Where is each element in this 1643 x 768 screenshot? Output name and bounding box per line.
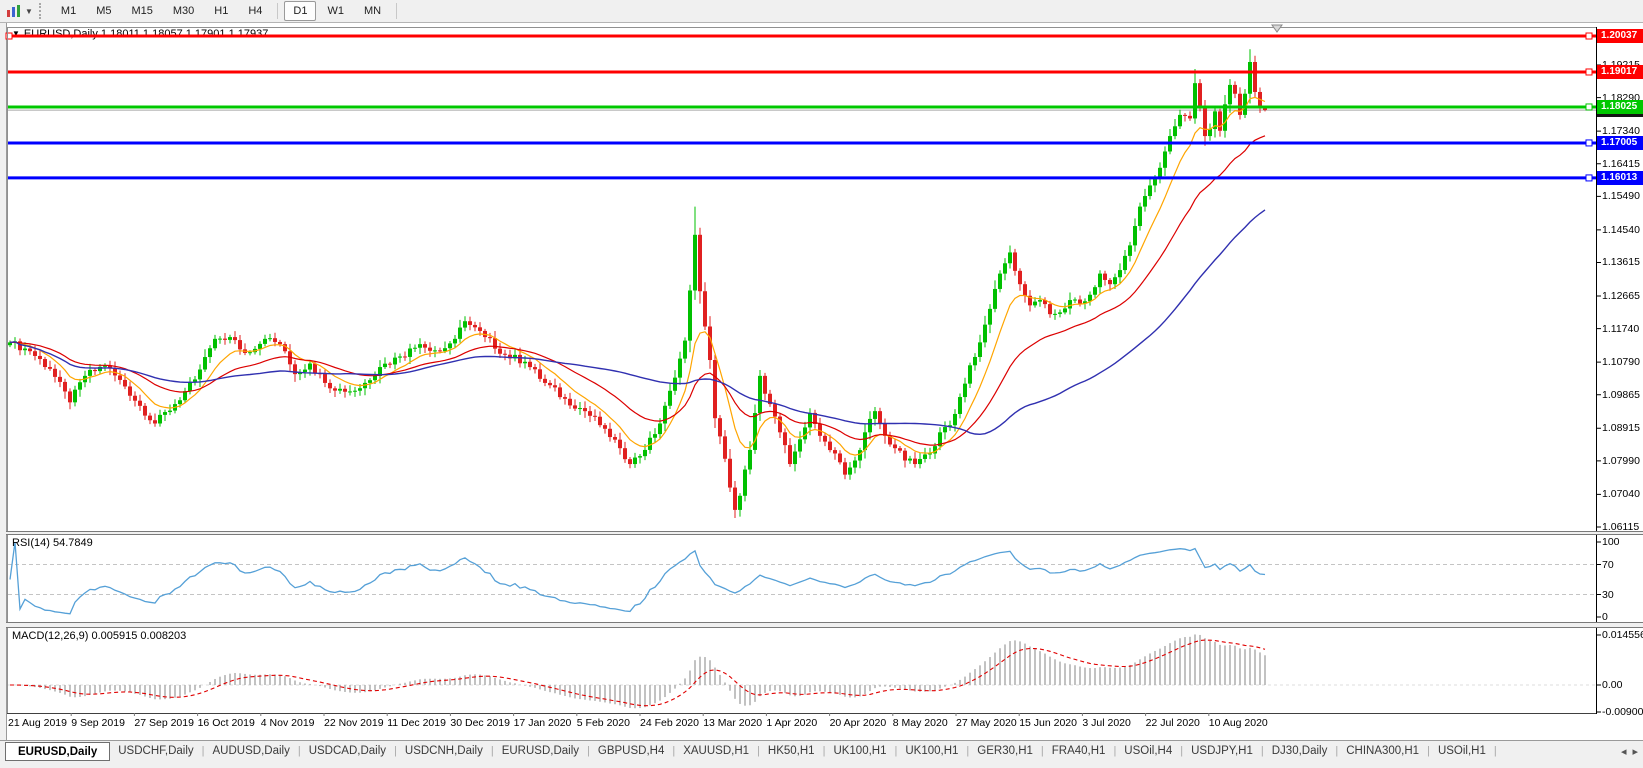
collapse-arrow-icon[interactable]: ▼ [12,29,20,38]
chart-presets-icon[interactable] [4,3,24,19]
date-label: 27 May 2020 [956,717,1017,729]
price-axis-tick: 1.16415 [1602,158,1640,170]
price-axis-tick: 1.07990 [1602,455,1640,467]
date-label: 27 Sep 2019 [134,717,194,729]
tf-button-m30[interactable]: M30 [164,1,203,21]
date-label: 22 Jul 2020 [1146,717,1200,729]
date-label: 1 Apr 2020 [766,717,817,729]
tf-button-w1[interactable]: W1 [318,1,353,21]
price-axis-tick: 1.06115 [1602,521,1639,533]
price-axis-tick: 1.10790 [1602,356,1640,368]
date-label: 9 Sep 2019 [71,717,125,729]
date-label: 17 Jan 2020 [514,717,572,729]
tab-usdjpy-h1[interactable]: USDJPY,H1 [1183,741,1261,760]
toolbar-separator [277,3,278,19]
tab-usoil-h1[interactable]: USOil,H1 [1430,741,1494,760]
tf-button-mn[interactable]: MN [355,1,390,21]
date-label: 21 Aug 2019 [8,717,67,729]
date-label: 3 Jul 2020 [1082,717,1130,729]
date-label: 10 Aug 2020 [1209,717,1268,729]
tab-eurusd-daily[interactable]: EURUSD,Daily [494,741,587,760]
tab-ger30-h1[interactable]: GER30,H1 [969,741,1041,760]
price-axis-tick: 1.08915 [1602,422,1640,434]
tab-fra40-h1[interactable]: FRA40,H1 [1044,741,1114,760]
date-label: 5 Feb 2020 [577,717,630,729]
chart-tab-bar: EURUSD,DailyUSDCHF,Daily|AUDUSD,Daily|US… [0,740,1643,768]
toolbar-grip[interactable] [39,3,45,19]
date-label: 20 Apr 2020 [830,717,887,729]
tab-gbpusd-h4[interactable]: GBPUSD,H4 [590,741,672,760]
tf-button-h4[interactable]: H4 [239,1,271,21]
price-axis-tick: 1.07040 [1602,488,1640,500]
date-label: 4 Nov 2019 [261,717,315,729]
hline-price-label: 1.16013 [1597,171,1643,185]
price-axis-tick: 1.12665 [1602,290,1640,302]
tab-eurusd-daily[interactable]: EURUSD,Daily [5,742,110,761]
tab-usdcnh-daily[interactable]: USDCNH,Daily [397,741,491,760]
price-axis-tick: 1.15490 [1602,190,1640,202]
tab-china300-h1[interactable]: CHINA300,H1 [1338,741,1427,760]
date-label: 16 Oct 2019 [198,717,255,729]
rsi-scale-label: 70 [1602,559,1614,571]
chart-title: ▼ EURUSD,Daily 1.18011 1.18057 1.17901 1.… [12,28,268,40]
hline-price-label: 1.18025 [1597,100,1643,114]
chart-title-text: EURUSD,Daily 1.18011 1.18057 1.17901 1.1… [24,28,268,40]
tab-usdcad-daily[interactable]: USDCAD,Daily [301,741,394,760]
tab-xauusd-h1[interactable]: XAUUSD,H1 [675,741,757,760]
tab-usoil-h4[interactable]: USOil,H4 [1116,741,1180,760]
toolbar-separator [396,3,397,19]
tf-button-d1[interactable]: D1 [284,1,316,21]
timeframe-toolbar: ▼ M1M5M15M30H1H4 D1W1MN [0,0,1643,23]
tab-scroll-right-icon[interactable]: ▸ [1632,745,1638,758]
date-label: 11 Dec 2019 [387,717,446,729]
timeframe-buttons: M1M5M15M30H1H4 D1W1MN [51,1,402,21]
tab-uk100-h1[interactable]: UK100,H1 [897,741,966,760]
tf-button-h1[interactable]: H1 [205,1,237,21]
pane-splitter[interactable] [6,531,1643,535]
hline-price-label: 1.17005 [1597,136,1643,150]
tab-uk100-h1[interactable]: UK100,H1 [825,741,894,760]
tf-button-m1[interactable]: M1 [52,1,85,21]
date-label: 30 Dec 2019 [450,717,510,729]
tab-scroll-arrows: ◂ ▸ [1616,741,1643,761]
hline-price-label: 1.19017 [1597,65,1643,79]
tab-scroll-left-icon[interactable]: ◂ [1621,745,1627,758]
price-axis-tick: 1.11740 [1602,323,1639,335]
price-axis-tick: 1.13615 [1602,256,1640,268]
hline-price-label: 1.20037 [1597,29,1643,43]
date-label: 24 Feb 2020 [640,717,699,729]
price-axis-tick: 1.09865 [1602,389,1640,401]
macd-label: MACD(12,26,9) 0.005915 0.008203 [12,630,186,642]
macd-scale-label: -0.009001 [1602,706,1643,718]
date-label: 8 May 2020 [893,717,948,729]
date-label: 15 Jun 2020 [1019,717,1077,729]
tab-separator: | [1494,741,1497,757]
rsi-scale-label: 0 [1602,611,1608,623]
rsi-label: RSI(14) 54.7849 [12,537,93,549]
date-label: 22 Nov 2019 [324,717,384,729]
tab-hk50-h1[interactable]: HK50,H1 [760,741,823,760]
tab-dj30-daily[interactable]: DJ30,Daily [1264,741,1336,760]
rsi-scale-label: 30 [1602,589,1614,601]
terminal-window: ▼ M1M5M15M30H1H4 D1W1MN ▼ EURUSD,Daily 1.1… [0,0,1643,768]
tab-audusd-daily[interactable]: AUDUSD,Daily [205,741,298,760]
price-axis-tick: 1.14540 [1602,224,1640,236]
chart-window[interactable] [6,23,1643,740]
macd-scale-label: 0.00 [1602,679,1622,691]
tab-usdchf-daily[interactable]: USDCHF,Daily [110,741,201,760]
rsi-scale-label: 100 [1602,536,1620,548]
date-label: 13 Mar 2020 [703,717,762,729]
pane-splitter[interactable] [6,622,1643,628]
tf-button-m15[interactable]: M15 [122,1,161,21]
chevron-down-icon[interactable]: ▼ [25,7,33,16]
tf-button-m5[interactable]: M5 [87,1,120,21]
macd-scale-label: 0.014556 [1602,629,1643,641]
